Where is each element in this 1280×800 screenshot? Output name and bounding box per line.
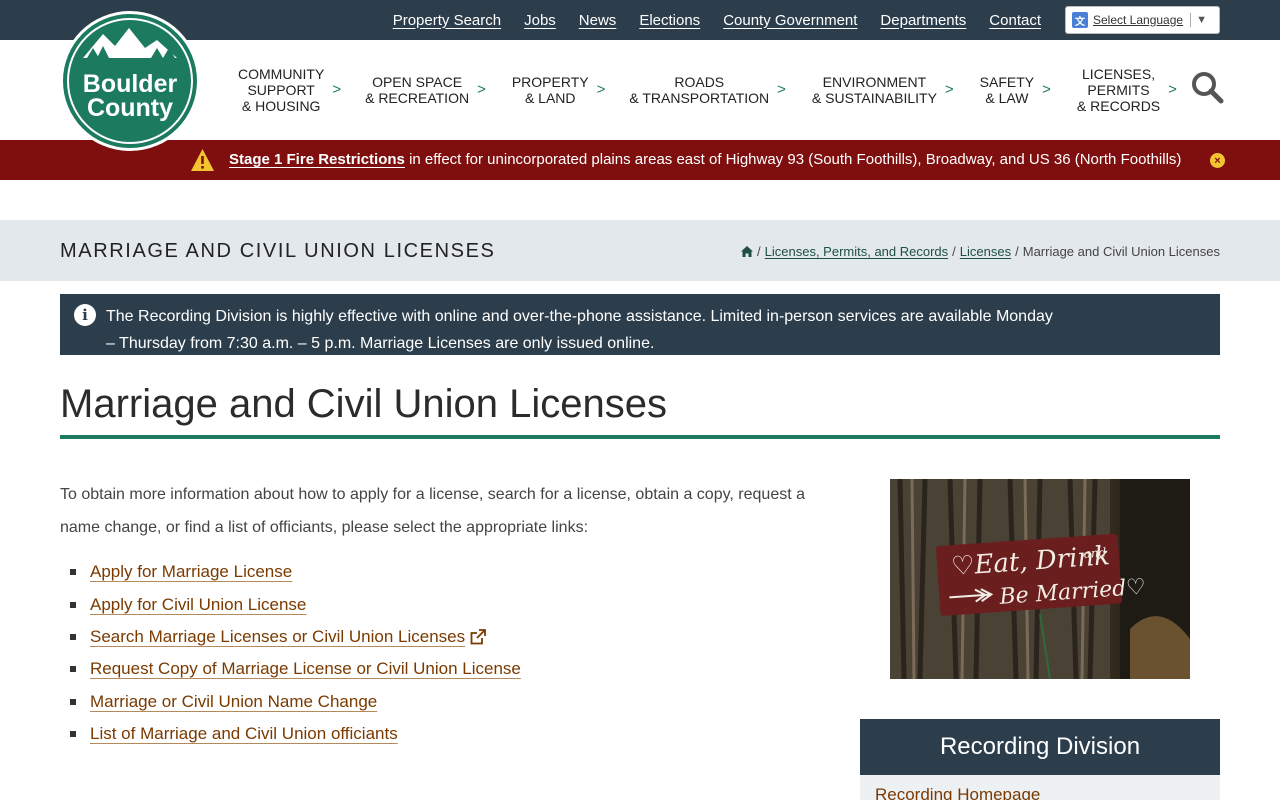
breadcrumb-separator: / — [952, 244, 956, 259]
sign-and: and — [1083, 545, 1107, 561]
nav-item-label: Licenses, Permits & Records — [1076, 66, 1161, 114]
nav-item-label: Community Support & Housing — [238, 66, 325, 114]
nav-item-licenses-permits-records[interactable]: Licenses, Permits & Records > — [1077, 66, 1177, 114]
nav-item-roads-transportation[interactable]: Roads & Transportation > — [629, 74, 786, 106]
utility-link-contact[interactable]: Contact — [989, 12, 1041, 29]
chevron-right-icon: > — [332, 81, 342, 98]
link-request-copy[interactable]: Request Copy of Marriage License or Civi… — [90, 659, 521, 679]
translate-icon: 文 — [1072, 12, 1088, 28]
main-nav: Community Support & Housing > Open Space … — [228, 40, 1193, 140]
link-name-change[interactable]: Marriage or Civil Union Name Change — [90, 692, 377, 712]
bullet-icon — [70, 601, 76, 608]
nav-item-safety-law[interactable]: Safety & Law > — [980, 74, 1051, 106]
language-select-divider — [1190, 13, 1192, 27]
heading-divider — [60, 435, 1220, 439]
breadcrumb-licenses-permits-records[interactable]: Licenses, Permits, and Records — [765, 244, 949, 259]
bullet-icon — [70, 731, 76, 738]
main-heading: Marriage and Civil Union Licenses — [60, 382, 667, 426]
breadcrumb: / Licenses, Permits, and Records / Licen… — [741, 244, 1220, 259]
search-icon[interactable] — [1190, 70, 1224, 104]
license-links-list: Apply for Marriage License Apply for Civ… — [70, 556, 521, 750]
breadcrumb-licenses[interactable]: Licenses — [960, 244, 1011, 259]
utility-nav: Property Search Jobs News Elections Coun… — [393, 0, 1041, 40]
link-search-licenses[interactable]: Search Marriage Licenses or Civil Union … — [90, 627, 465, 647]
notice-text: The Recording Division is highly effecti… — [106, 308, 1053, 352]
page-title: Marriage and Civil Union Licenses — [60, 240, 496, 262]
sidebar-link-recording-homepage[interactable]: Recording Homepage — [875, 785, 1040, 800]
home-icon[interactable] — [741, 246, 754, 257]
list-item: Apply for Marriage License — [70, 556, 521, 588]
language-select-label: Select Language — [1093, 13, 1184, 27]
nav-item-label: Property & Land — [511, 74, 589, 106]
alert-text: in effect for unincorporated plains area… — [404, 151, 1182, 168]
nav-item-property-land[interactable]: Property & Land > — [512, 74, 606, 106]
list-item: Apply for Civil Union License — [70, 588, 521, 620]
nav-item-open-space-recreation[interactable]: Open Space & Recreation > — [365, 74, 486, 106]
close-icon[interactable]: × — [1210, 153, 1225, 168]
utility-link-county-government[interactable]: County Government — [723, 12, 857, 29]
utility-link-jobs[interactable]: Jobs — [524, 12, 556, 29]
breadcrumb-current: Marriage and Civil Union Licenses — [1022, 244, 1220, 259]
chevron-right-icon: > — [477, 81, 486, 98]
utility-link-elections[interactable]: Elections — [639, 12, 700, 29]
nav-item-label: Environment & Sustainability — [811, 74, 937, 106]
info-icon: i — [74, 304, 96, 326]
list-item: Search Marriage Licenses or Civil Union … — [70, 621, 521, 653]
language-select[interactable]: 文 Select Language ▼ — [1065, 6, 1220, 34]
intro-text: To obtain more information about how to … — [60, 486, 806, 536]
alert-message: Stage 1 Fire Restrictions in effect for … — [229, 151, 1181, 168]
bullet-icon — [70, 569, 76, 576]
eat-drink-be-married-sign-photo: ♡Eat, Drink and Be Married♡ — [890, 479, 1190, 679]
utility-link-property-search[interactable]: Property Search — [393, 12, 501, 29]
chevron-right-icon: > — [596, 81, 606, 98]
utility-link-departments[interactable]: Departments — [880, 12, 966, 29]
chevron-right-icon: > — [944, 81, 954, 98]
logo-line2: County — [87, 94, 173, 122]
nav-item-label: Roads & Transportation — [629, 74, 770, 106]
chevron-right-icon: > — [777, 81, 786, 98]
link-apply-marriage-license[interactable]: Apply for Marriage License — [90, 562, 292, 582]
link-officiants-list[interactable]: List of Marriage and Civil Union officia… — [90, 724, 398, 744]
nav-item-environment-sustainability[interactable]: Environment & Sustainability > — [812, 74, 954, 106]
list-item: Marriage or Civil Union Name Change — [70, 686, 521, 718]
dropdown-arrow-icon: ▼ — [1196, 14, 1207, 26]
sidebar-links: Recording Homepage — [860, 775, 1220, 800]
breadcrumb-separator: / — [757, 244, 761, 259]
external-link-icon[interactable] — [470, 629, 487, 645]
list-item: List of Marriage and Civil Union officia… — [70, 718, 521, 750]
chevron-right-icon: > — [1042, 81, 1051, 98]
boulder-county-logo[interactable]: Boulder County — [59, 10, 201, 152]
chevron-right-icon: > — [1168, 81, 1177, 98]
alert-link[interactable]: Stage 1 Fire Restrictions — [229, 151, 405, 168]
bullet-icon — [70, 698, 76, 705]
nav-item-label: Open Space & Recreation — [365, 74, 470, 106]
bullet-icon — [70, 666, 76, 673]
nav-item-label: Safety & Law — [979, 74, 1035, 106]
info-notice: i The Recording Division is highly effec… — [60, 294, 1220, 355]
sidebar-panel-header: Recording Division — [860, 719, 1220, 775]
list-item: Request Copy of Marriage License or Civi… — [70, 653, 521, 685]
bullet-icon — [70, 633, 76, 640]
sidebar-title: Recording Division — [939, 733, 1141, 760]
breadcrumb-separator: / — [1015, 244, 1019, 259]
link-apply-civil-union-license[interactable]: Apply for Civil Union License — [90, 595, 306, 615]
nav-item-community-support-housing[interactable]: Community Support & Housing > — [238, 66, 341, 114]
utility-link-news[interactable]: News — [579, 12, 617, 29]
